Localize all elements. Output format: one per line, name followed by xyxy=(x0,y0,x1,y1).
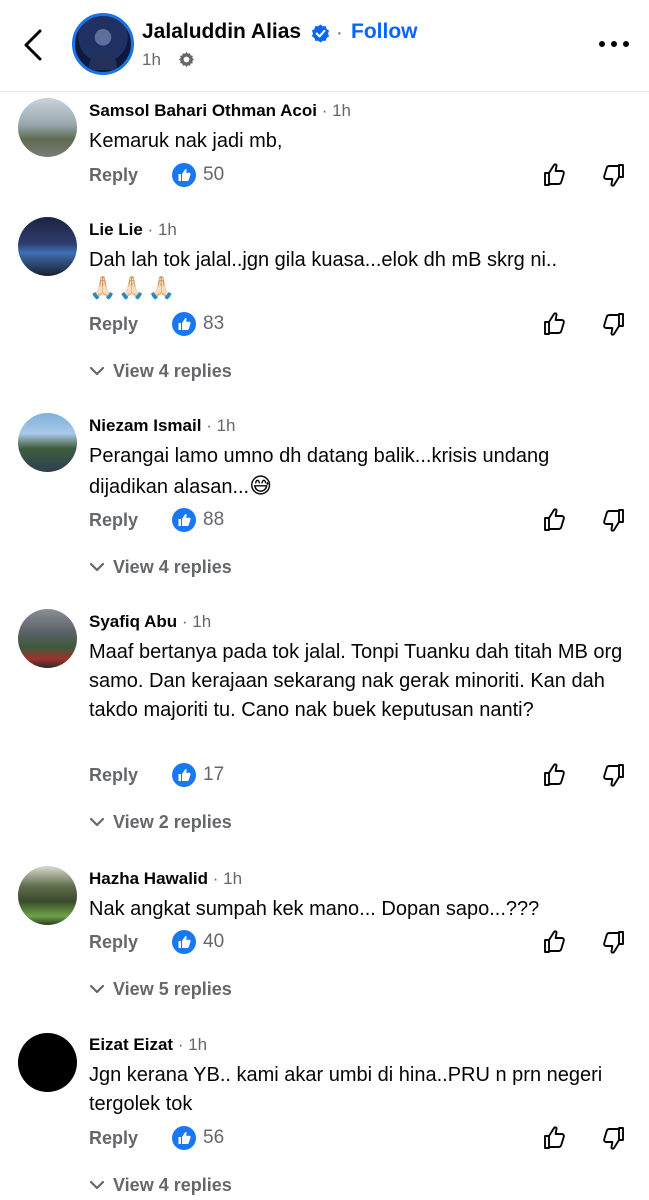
thumbs-down-icon[interactable] xyxy=(600,762,626,788)
commenter-avatar[interactable] xyxy=(18,413,77,472)
commenter-name-text[interactable]: Hazha Hawalid xyxy=(89,869,208,888)
commenter-name-text[interactable]: Eizat Eizat xyxy=(89,1035,173,1054)
commenter-name[interactable]: Hazha Hawalid · 1h xyxy=(89,869,242,889)
commenter-name-text[interactable]: Samsol Bahari Othman Acoi xyxy=(89,101,317,120)
reply-button[interactable]: Reply xyxy=(89,932,138,953)
like-reaction-icon xyxy=(172,163,196,187)
thumbs-up-icon[interactable] xyxy=(542,1125,568,1151)
like-count: 88 xyxy=(203,509,225,530)
commenter-name[interactable]: Lie Lie · 1h xyxy=(89,220,177,240)
comment-time: · 1h xyxy=(321,101,352,120)
commenter-name-text[interactable]: Lie Lie xyxy=(89,220,143,239)
comment-text-line: Perangai lamo umno dh datang balik...kri… xyxy=(89,445,550,467)
view-replies-label[interactable]: View 2 replies xyxy=(113,812,232,832)
thumbs-up-icon[interactable] xyxy=(542,311,568,337)
view-replies-label[interactable]: View 4 replies xyxy=(113,1175,232,1195)
back-chevron-icon[interactable] xyxy=(18,28,50,62)
comment-text: Nak angkat sumpah kek mano... Dopan sapo… xyxy=(89,898,540,920)
comment-time: · 1h xyxy=(212,869,243,888)
commenter-name[interactable]: Samsol Bahari Othman Acoi · 1h xyxy=(89,101,351,121)
view-replies-label[interactable]: View 4 replies xyxy=(113,557,232,577)
commenter-name[interactable]: Syafiq Abu · 1h xyxy=(89,612,211,632)
comment-text: Kemaruk nak jadi mb, xyxy=(89,130,283,152)
like-count: 17 xyxy=(203,764,225,785)
commenter-name-text[interactable]: Syafiq Abu xyxy=(89,612,177,631)
commenter-name[interactable]: Eizat Eizat · 1h xyxy=(89,1035,207,1055)
comment-text: Perangai lamo umno dh datang balik...kri… xyxy=(89,442,629,502)
thumbs-up-icon[interactable] xyxy=(542,162,568,188)
thumbs-down-icon[interactable] xyxy=(600,162,626,188)
chevron-down-icon xyxy=(89,1180,105,1189)
like-reaction-icon xyxy=(172,508,196,532)
page-avatar[interactable] xyxy=(72,13,134,75)
chevron-down-icon xyxy=(89,562,105,571)
comment-time: · 1h xyxy=(181,612,212,631)
comment-time: · 1h xyxy=(206,416,236,435)
commenter-avatar[interactable] xyxy=(18,98,77,157)
reply-button[interactable]: Reply xyxy=(89,510,138,531)
commenter-avatar[interactable] xyxy=(18,866,77,925)
thumbs-down-icon[interactable] xyxy=(600,1125,626,1151)
commenter-avatar[interactable] xyxy=(18,1033,77,1092)
commenter-avatar[interactable] xyxy=(18,217,77,276)
view-replies-label[interactable]: View 4 replies xyxy=(113,361,232,381)
like-reaction-icon xyxy=(172,763,196,787)
emoji-line: 🙏🏻🙏🏻🙏🏻 xyxy=(89,275,178,300)
more-options-icon[interactable] xyxy=(598,37,630,51)
sweat-smile-emoji: 😅 xyxy=(249,473,273,498)
view-replies-link[interactable]: View 4 replies xyxy=(89,361,232,382)
gear-icon xyxy=(178,51,195,68)
comment-text-line: dijadikan alasan...😅 xyxy=(89,471,629,502)
page-name[interactable]: Jalaluddin Alias xyxy=(142,20,301,44)
view-replies-link[interactable]: View 2 replies xyxy=(89,812,232,833)
like-count: 56 xyxy=(203,1127,225,1148)
commenter-name-text[interactable]: Niezam Ismail xyxy=(89,416,201,435)
comment-text: Dah lah tok jalal..jgn gila kuasa...elok… xyxy=(89,249,558,271)
follow-button[interactable]: Follow xyxy=(351,20,418,44)
reply-button[interactable]: Reply xyxy=(89,1128,138,1149)
thumbs-down-icon[interactable] xyxy=(600,507,626,533)
reply-button[interactable]: Reply xyxy=(89,165,138,186)
view-replies-link[interactable]: View 4 replies xyxy=(89,1175,232,1196)
commenter-avatar[interactable] xyxy=(18,609,77,668)
like-reaction-icon xyxy=(172,930,196,954)
comment-text-fragment: dijadikan alasan... xyxy=(89,476,250,498)
reply-button[interactable]: Reply xyxy=(89,314,138,335)
thumbs-down-icon[interactable] xyxy=(600,929,626,955)
view-replies-link[interactable]: View 5 replies xyxy=(89,979,232,1000)
thumbs-up-icon[interactable] xyxy=(542,762,568,788)
commenter-name[interactable]: Niezam Ismail · 1h xyxy=(89,416,235,436)
like-count: 83 xyxy=(203,313,225,334)
comment-time: · 1h xyxy=(147,220,177,239)
reply-button[interactable]: Reply xyxy=(89,765,138,786)
chevron-down-icon xyxy=(89,984,105,993)
comment-text: Maaf bertanya pada tok jalal. Tonpi Tuan… xyxy=(89,641,623,721)
view-replies-link[interactable]: View 4 replies xyxy=(89,557,232,578)
separator-dot: · xyxy=(336,22,343,44)
chevron-down-icon xyxy=(89,817,105,826)
view-replies-label[interactable]: View 5 replies xyxy=(113,979,232,999)
verified-badge-icon xyxy=(311,24,330,43)
thumbs-down-icon[interactable] xyxy=(600,311,626,337)
thumbs-up-icon[interactable] xyxy=(542,929,568,955)
like-count: 50 xyxy=(203,164,225,185)
comment-time: · 1h xyxy=(177,1035,208,1054)
like-count: 40 xyxy=(203,931,225,952)
chevron-down-icon xyxy=(89,366,105,375)
like-reaction-icon xyxy=(172,1126,196,1150)
like-reaction-icon xyxy=(172,312,196,336)
thumbs-up-icon[interactable] xyxy=(542,507,568,533)
post-timestamp: 1h xyxy=(142,50,161,69)
comment-text: Jgn kerana YB.. kami akar umbi di hina..… xyxy=(89,1064,603,1115)
post-header: Jalaluddin Alias · Follow 1h xyxy=(0,0,649,92)
